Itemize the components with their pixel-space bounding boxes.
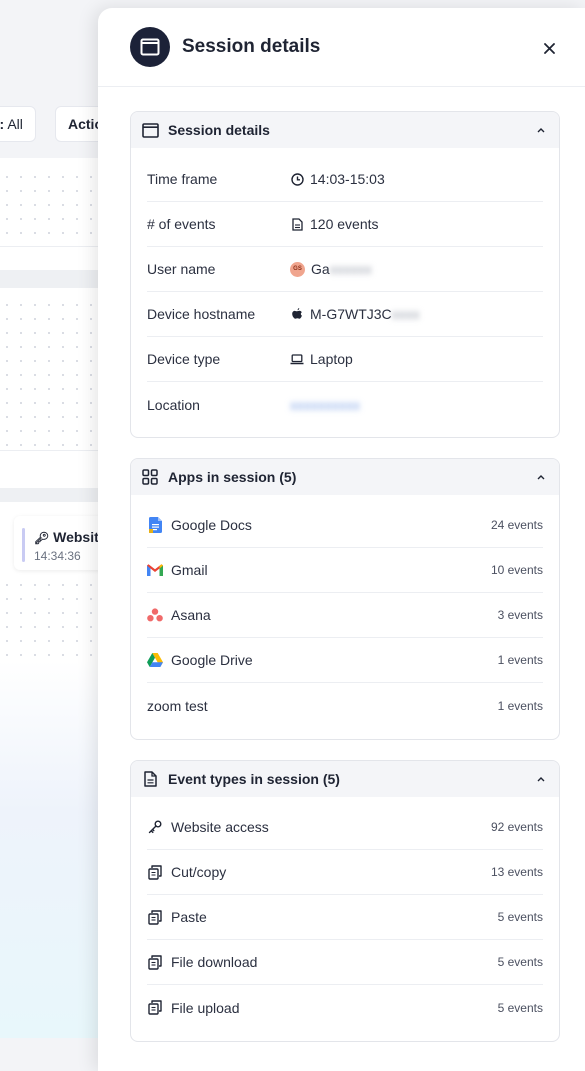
event-type-row-file-download[interactable]: File download 5 events bbox=[147, 940, 543, 985]
detail-value: Laptop bbox=[290, 351, 353, 367]
copy-icon bbox=[147, 864, 163, 880]
chevron-up-icon[interactable] bbox=[535, 773, 547, 785]
event-type-name: Paste bbox=[171, 909, 207, 925]
detail-row-device-hostname: Device hostname M-G7WTJ3C xxxx bbox=[147, 292, 543, 337]
session-details-drawer: Session details Session details Time fra… bbox=[98, 8, 585, 1071]
event-count: 5 events bbox=[497, 910, 543, 924]
app-name: zoom test bbox=[147, 697, 208, 714]
event-count: 10 events bbox=[490, 563, 543, 577]
event-count: 13 events bbox=[490, 865, 543, 879]
event-count: 3 events bbox=[497, 608, 543, 622]
event-type-row-cut-copy[interactable]: Cut/copy 13 events bbox=[147, 850, 543, 895]
detail-value-text: 120 events bbox=[310, 216, 379, 232]
event-types-section: Event types in session (5) Website acces… bbox=[130, 760, 560, 1042]
laptop-icon bbox=[290, 352, 304, 366]
event-count: 5 events bbox=[497, 1000, 543, 1015]
copy-icon bbox=[147, 954, 163, 970]
event-count: 24 events bbox=[490, 518, 543, 532]
key-icon bbox=[147, 819, 163, 835]
window-icon bbox=[141, 121, 159, 139]
event-count: 92 events bbox=[490, 820, 543, 834]
redacted-text: xxxxxxxxxx bbox=[290, 396, 360, 413]
redacted-text: xxxxxx bbox=[329, 261, 372, 277]
app-row-google-drive[interactable]: Google Drive 1 events bbox=[147, 638, 543, 683]
apps-grid-icon bbox=[141, 468, 159, 486]
app-name: Google Docs bbox=[171, 517, 252, 533]
close-icon bbox=[543, 42, 555, 54]
detail-value: 14:03-15:03 bbox=[290, 171, 385, 187]
app-row-asana[interactable]: Asana 3 events bbox=[147, 593, 543, 638]
session-details-section-header[interactable]: Session details bbox=[131, 112, 559, 148]
close-button[interactable] bbox=[538, 37, 560, 59]
detail-key: Location bbox=[147, 396, 200, 413]
event-type-name: File download bbox=[171, 954, 258, 970]
app-row-gmail[interactable]: Gmail 10 events bbox=[147, 548, 543, 593]
event-type-name: File upload bbox=[171, 999, 240, 1016]
key-icon: 🔑︎ bbox=[34, 531, 50, 545]
asana-icon bbox=[147, 607, 163, 623]
drawer-title: Session details bbox=[182, 36, 321, 57]
document-icon bbox=[290, 217, 304, 231]
event-type-name: Website access bbox=[171, 819, 269, 835]
chevron-up-icon[interactable] bbox=[535, 124, 547, 136]
detail-key: Device hostname bbox=[147, 306, 256, 322]
event-type-row-file-upload[interactable]: File upload 5 events bbox=[147, 985, 543, 1030]
app-row-google-docs[interactable]: Google Docs 24 events bbox=[147, 503, 543, 548]
detail-key: User name bbox=[147, 261, 216, 277]
section-title: Session details bbox=[168, 122, 270, 138]
detail-key: Time frame bbox=[147, 171, 218, 187]
event-type-row-paste[interactable]: Paste 5 events bbox=[147, 895, 543, 940]
event-count: 5 events bbox=[497, 955, 543, 969]
detail-row-time-frame: Time frame 14:03-15:03 bbox=[147, 157, 543, 202]
app-name: Gmail bbox=[171, 562, 208, 578]
detail-row-device-type: Device type Laptop bbox=[147, 337, 543, 382]
copy-icon bbox=[147, 1000, 163, 1016]
event-type-row-website-access[interactable]: Website access 92 events bbox=[147, 805, 543, 850]
filter-chip-value: All bbox=[7, 116, 23, 132]
event-type-name: Cut/copy bbox=[171, 864, 227, 880]
clock-icon bbox=[290, 172, 304, 186]
event-card-title: 🔑︎ Website bbox=[34, 529, 107, 545]
event-count: 1 events bbox=[497, 653, 543, 667]
event-count: 1 events bbox=[497, 698, 543, 713]
detail-value-text: Ga bbox=[311, 261, 330, 277]
filter-chip-label: n: bbox=[0, 116, 5, 132]
detail-value-text: Laptop bbox=[310, 351, 353, 367]
event-card-accent bbox=[22, 528, 25, 562]
section-title: Event types in session (5) bbox=[168, 771, 340, 787]
detail-key: Device type bbox=[147, 351, 221, 367]
app-row-zoom-test[interactable]: zoom test 1 events bbox=[147, 683, 543, 728]
detail-value: xxxxxxxxxx bbox=[290, 397, 360, 413]
window-icon bbox=[130, 27, 170, 67]
section-title: Apps in session (5) bbox=[168, 469, 297, 485]
filter-chip-all[interactable]: n: All bbox=[0, 106, 36, 142]
redacted-text: xxxx bbox=[391, 306, 420, 322]
event-types-section-header[interactable]: Event types in session (5) bbox=[131, 761, 559, 797]
apple-icon bbox=[290, 307, 304, 321]
detail-value-text: M-G7WTJ3C bbox=[310, 306, 392, 322]
google-docs-icon bbox=[147, 517, 163, 533]
google-drive-icon bbox=[147, 652, 163, 668]
detail-key: # of events bbox=[147, 216, 216, 232]
detail-row-user-name: User name GS Ga xxxxxx bbox=[147, 247, 543, 292]
timeline-event-card[interactable]: 🔑︎ Website 14:34:36 bbox=[14, 516, 109, 570]
detail-row-event-count: # of events 120 events bbox=[147, 202, 543, 247]
apps-section: Apps in session (5) Google Docs 24 event… bbox=[130, 458, 560, 740]
detail-value: GS Ga xxxxxx bbox=[290, 261, 372, 277]
detail-value: 120 events bbox=[290, 216, 379, 232]
detail-row-location: Location xxxxxxxxxx bbox=[147, 382, 543, 427]
app-name: Asana bbox=[171, 607, 211, 623]
document-icon bbox=[141, 770, 159, 788]
copy-icon bbox=[147, 909, 163, 925]
event-card-time: 14:34:36 bbox=[34, 549, 81, 563]
chevron-up-icon[interactable] bbox=[535, 471, 547, 483]
detail-value: M-G7WTJ3C xxxx bbox=[290, 306, 420, 322]
avatar: GS bbox=[290, 261, 305, 277]
apps-section-header[interactable]: Apps in session (5) bbox=[131, 459, 559, 495]
app-name: Google Drive bbox=[171, 652, 253, 668]
session-details-section: Session details Time frame 14:03-15:03 #… bbox=[130, 111, 560, 438]
detail-value-text: 14:03-15:03 bbox=[310, 171, 385, 187]
drawer-header: Session details bbox=[98, 8, 585, 87]
gmail-icon bbox=[147, 562, 163, 578]
